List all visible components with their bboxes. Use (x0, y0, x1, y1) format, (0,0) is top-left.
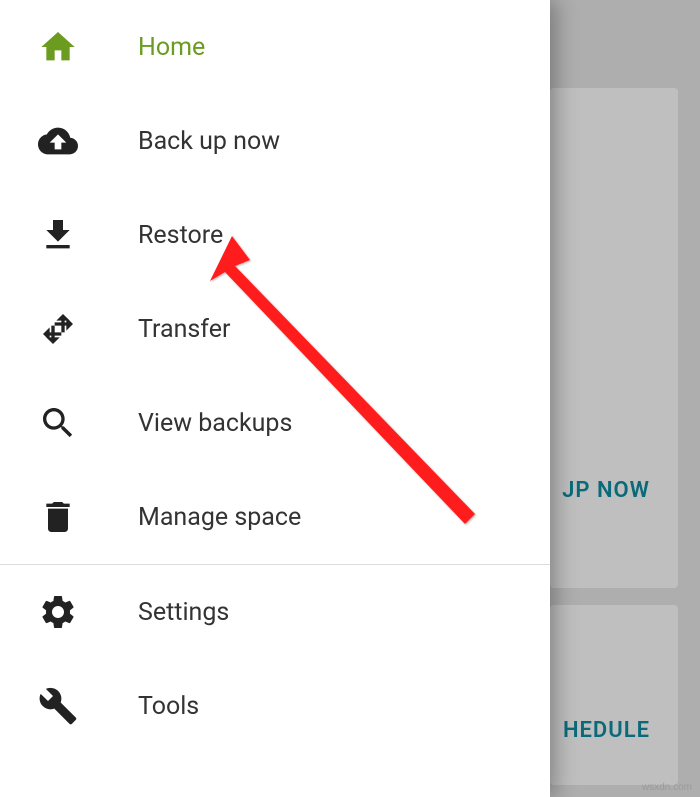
drawer-item-home[interactable]: Home (0, 0, 550, 94)
drawer-item-settings[interactable]: Settings (0, 565, 550, 659)
schedule-button-partial[interactable]: HEDULE (563, 718, 650, 743)
transfer-icon (30, 309, 86, 349)
navigation-drawer: Home Back up now Restore Transfer View b (0, 0, 550, 797)
delete-icon (30, 497, 86, 537)
drawer-item-restore[interactable]: Restore (0, 188, 550, 282)
drawer-item-label: Manage space (138, 503, 301, 532)
drawer-item-transfer[interactable]: Transfer (0, 282, 550, 376)
cloud-upload-icon (30, 121, 86, 161)
drawer-list: Home Back up now Restore Transfer View b (0, 0, 550, 753)
drawer-item-view-backups[interactable]: View backups (0, 376, 550, 470)
backup-now-button-partial[interactable]: JP NOW (562, 478, 650, 503)
drawer-item-label: Back up now (138, 127, 280, 156)
drawer-item-tools[interactable]: Tools (0, 659, 550, 753)
drawer-item-label: Home (138, 33, 205, 62)
drawer-item-label: View backups (138, 409, 292, 438)
drawer-item-label: Tools (138, 692, 199, 721)
wrench-icon (30, 686, 86, 726)
settings-icon (30, 592, 86, 632)
drawer-item-label: Transfer (138, 315, 230, 344)
search-icon (30, 403, 86, 443)
drawer-item-backup-now[interactable]: Back up now (0, 94, 550, 188)
watermark: wsxdn.com (642, 782, 692, 793)
download-icon (30, 215, 86, 255)
drawer-item-manage-space[interactable]: Manage space (0, 470, 550, 564)
drawer-item-label: Restore (138, 221, 223, 250)
drawer-item-label: Settings (138, 598, 229, 627)
modal-scrim[interactable] (550, 0, 700, 797)
home-icon (30, 27, 86, 67)
